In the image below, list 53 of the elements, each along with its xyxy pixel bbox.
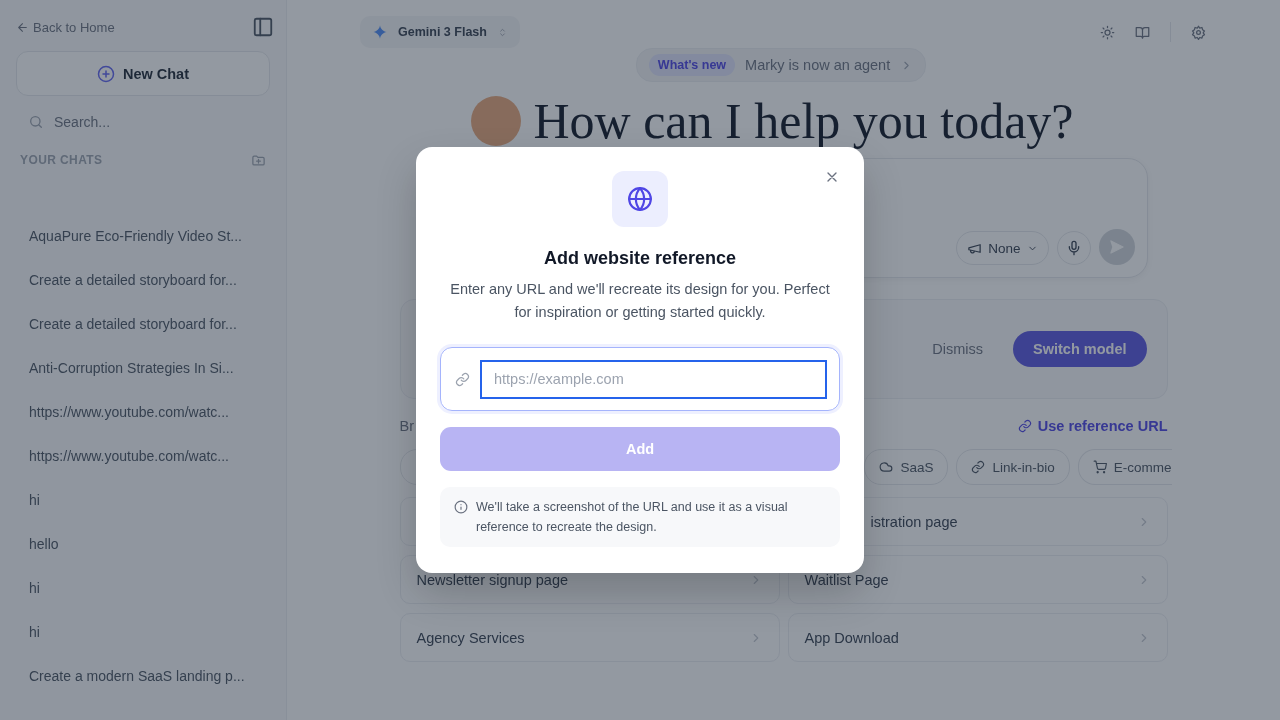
back-link[interactable]: Back to Home (16, 19, 115, 35)
sparkle-icon (372, 24, 388, 40)
arrow-left-icon (16, 20, 29, 34)
chat-item[interactable]: https://www.youtube.com/watc... (16, 390, 270, 434)
link-icon (455, 371, 470, 387)
category-chip[interactable]: E-comme (1077, 449, 1172, 485)
microphone-button[interactable] (1056, 231, 1091, 265)
modal-description: Enter any URL and we'll recreate its design for you. Perfect for inspiration or getting started quickly. (449, 280, 831, 322)
chat-item[interactable]: https://www.youtube.com/watc... (16, 434, 270, 478)
globe-icon (627, 186, 653, 212)
cloud-icon (879, 460, 894, 474)
search-icon (28, 114, 44, 130)
chat-item[interactable]: hi (16, 610, 270, 654)
link-icon (971, 460, 986, 474)
mascot-avatar (471, 96, 522, 146)
template-card[interactable]: App Download (787, 613, 1168, 662)
chat-item[interactable]: AquaPure Eco-Friendly Video St... (16, 214, 270, 258)
new-chat-button[interactable]: New Chat (16, 51, 270, 96)
plus-circle-icon (96, 64, 115, 83)
chat-item[interactable]: Create a modern SaaS landing p... (16, 654, 270, 698)
modal-title: Add website reference (543, 248, 737, 269)
link-icon (1017, 419, 1032, 433)
section-label: Br (399, 418, 414, 434)
url-input-field[interactable]: https://example.com (440, 347, 840, 411)
note-text: We'll take a screenshot of the URL and use it as a visual reference to recreate the design. (476, 499, 789, 536)
chat-item[interactable]: Create a detailed storyboard for... (16, 258, 270, 302)
send-icon (1108, 239, 1125, 255)
reference-url-link[interactable]: Use reference URL (1017, 418, 1168, 434)
chat-item[interactable]: hi (16, 566, 270, 610)
category-chip[interactable]: Link-in-bio (956, 449, 1070, 485)
cart-icon (1092, 460, 1107, 474)
settings-icon (1191, 24, 1206, 40)
style-select[interactable]: None (956, 231, 1049, 265)
model-selector[interactable]: Gemini 3 Flash (360, 16, 520, 48)
sun-icon (1100, 24, 1115, 40)
book-icon (1135, 24, 1150, 40)
announcement-text: Marky is now an agent (745, 57, 891, 73)
info-icon (454, 500, 468, 514)
sidebar-toggle-icon (252, 16, 274, 38)
page-heading: How can I help you today? (533, 92, 1074, 150)
template-card[interactable]: Agency Services (399, 613, 780, 662)
template-card[interactable]: Waitlist Page (787, 555, 1168, 604)
chat-item[interactable]: Create a detailed storyboard for... (16, 302, 270, 346)
category-chip[interactable]: SaaS (864, 449, 949, 485)
dismiss-button[interactable]: Dismiss (920, 333, 996, 365)
chat-item[interactable]: Anti-Corruption Strategies In Si... (16, 346, 270, 390)
folder-plus-icon (251, 152, 266, 168)
chat-item[interactable]: hello (16, 522, 270, 566)
announcement-pill[interactable]: What's new Marky is now an agent (635, 48, 927, 82)
switch-model-button[interactable]: Switch model (1013, 331, 1147, 367)
whats-new-badge: What's new (648, 54, 736, 76)
search-field[interactable]: Search... (52, 113, 256, 131)
chat-item[interactable]: hi (16, 478, 270, 522)
